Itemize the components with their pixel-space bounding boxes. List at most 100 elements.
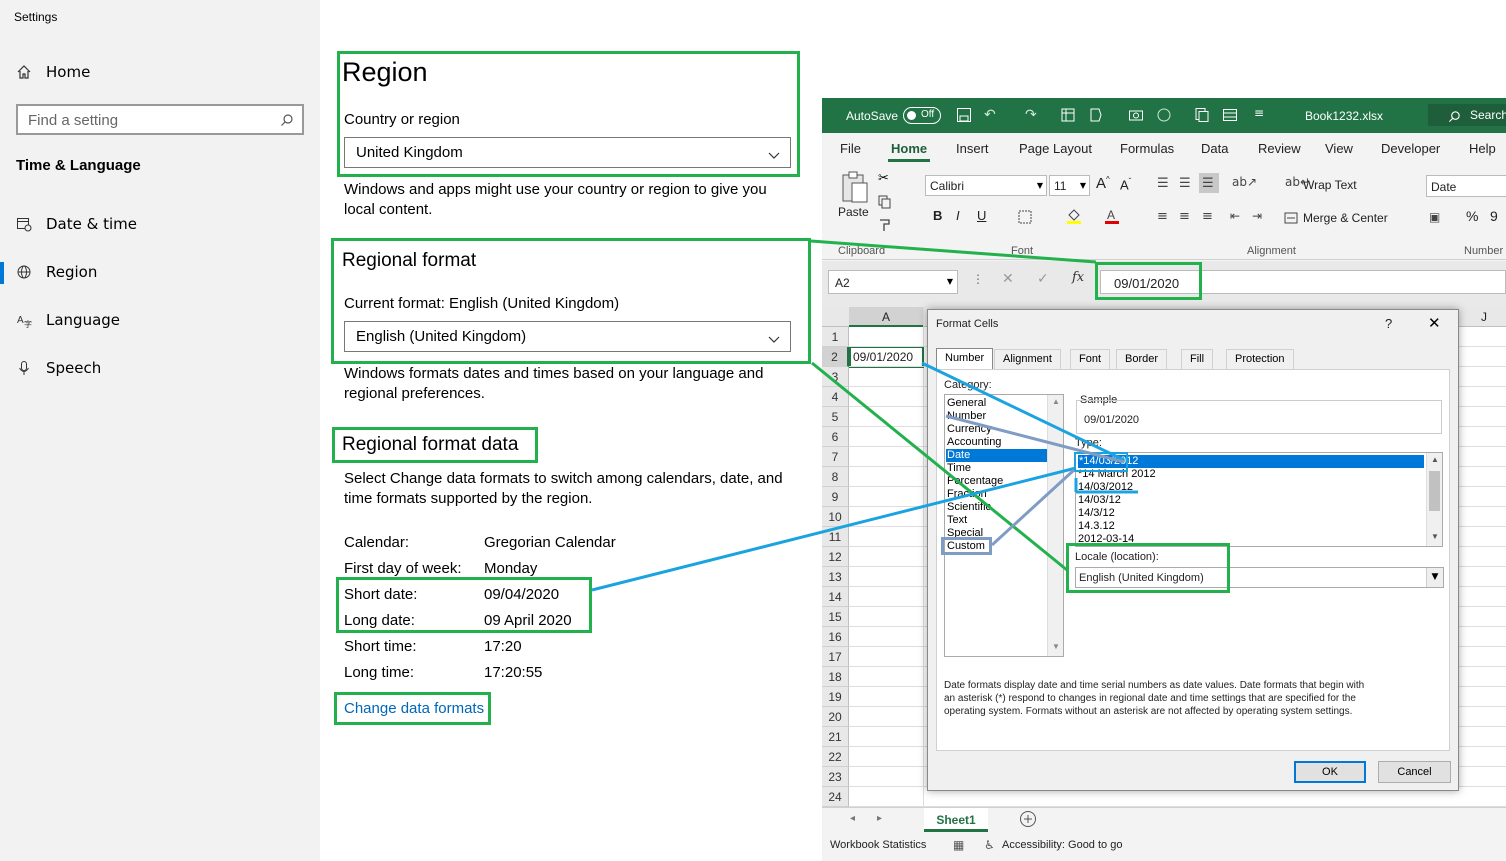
scroll-down-icon[interactable]: ▼: [1431, 532, 1439, 541]
category-list[interactable]: General Number Currency Accounting Date …: [944, 394, 1064, 657]
nav-region[interactable]: Region: [16, 257, 97, 287]
tab-insert[interactable]: Insert: [956, 141, 989, 156]
percent-icon[interactable]: %: [1466, 208, 1478, 224]
ok-button[interactable]: OK: [1294, 761, 1366, 783]
row-header[interactable]: 3: [822, 367, 849, 387]
row-header[interactable]: 4: [822, 387, 849, 407]
row-header[interactable]: 5: [822, 407, 849, 427]
tab-border[interactable]: Border: [1116, 349, 1168, 369]
undo-icon[interactable]: ↶: [984, 107, 996, 123]
scroll-up-icon[interactable]: ▲: [1052, 397, 1060, 406]
paste-label[interactable]: Paste: [838, 205, 869, 219]
tab-data[interactable]: Data: [1201, 141, 1228, 156]
scroll-thumb[interactable]: [1429, 471, 1440, 511]
row-header[interactable]: 6: [822, 427, 849, 447]
type-item[interactable]: 14/03/2012: [1078, 481, 1133, 494]
column-j-header[interactable]: J: [1462, 307, 1506, 327]
name-box[interactable]: A2 ▼: [828, 270, 958, 294]
merge-center-icon[interactable]: [1284, 210, 1298, 229]
function-icon[interactable]: fx: [1072, 270, 1084, 285]
type-item[interactable]: 14.3.12: [1078, 520, 1115, 533]
type-item[interactable]: 14/03/12: [1078, 494, 1121, 507]
paste-icon[interactable]: [840, 171, 870, 209]
underline-icon[interactable]: U: [977, 208, 986, 223]
circle-icon[interactable]: [1156, 107, 1172, 127]
row-header[interactable]: 22: [822, 747, 849, 767]
table-icon[interactable]: [1222, 107, 1238, 127]
category-general[interactable]: General: [947, 397, 986, 410]
cancel-icon[interactable]: ✕: [1002, 271, 1014, 287]
tab-view[interactable]: View: [1325, 141, 1353, 156]
decrease-font-icon[interactable]: Aˇ: [1120, 177, 1131, 192]
category-accounting[interactable]: Accounting: [947, 436, 1001, 449]
format-painter-icon[interactable]: [878, 217, 892, 236]
row-header[interactable]: 2: [822, 347, 849, 367]
scroll-down-icon[interactable]: ▼: [1052, 642, 1060, 651]
row-header[interactable]: 10: [822, 507, 849, 527]
copy-small-icon[interactable]: [878, 194, 892, 213]
scroll-left-icon[interactable]: ◂: [850, 813, 855, 824]
copy-icon[interactable]: [1194, 107, 1210, 127]
row-header[interactable]: 14: [822, 587, 849, 607]
fill-color-icon[interactable]: [1066, 207, 1082, 229]
type-item-selected[interactable]: *14/03/2012: [1078, 455, 1424, 468]
category-time[interactable]: Time: [947, 462, 971, 475]
macro-icon[interactable]: ▦: [953, 838, 964, 852]
help-button[interactable]: ?: [1385, 316, 1392, 331]
search-box[interactable]: Search: [1428, 104, 1506, 126]
orientation-icon[interactable]: ab↗: [1232, 175, 1257, 189]
category-number[interactable]: Number: [947, 410, 986, 423]
category-currency[interactable]: Currency: [947, 423, 992, 436]
scroll-up-icon[interactable]: ▲: [1431, 455, 1439, 464]
nav-home[interactable]: Home: [16, 57, 90, 87]
align-left-icon[interactable]: ≡: [1157, 209, 1168, 224]
customize-toolbar-icon[interactable]: ≡: [1254, 106, 1264, 120]
tab-file[interactable]: File: [840, 141, 861, 156]
font-name-box[interactable]: Calibri ▼: [925, 175, 1047, 196]
tab-protection[interactable]: Protection: [1226, 349, 1294, 369]
decrease-indent-icon[interactable]: ⇤: [1230, 209, 1240, 223]
save-icon[interactable]: [956, 107, 972, 127]
type-list[interactable]: *14/03/2012 *14 March 2012 14/03/2012 14…: [1075, 452, 1443, 547]
row-header[interactable]: 24: [822, 787, 849, 807]
camera-icon[interactable]: [1128, 107, 1144, 127]
category-date[interactable]: Date: [946, 449, 1048, 462]
row-header[interactable]: 18: [822, 667, 849, 687]
category-text[interactable]: Text: [947, 514, 967, 527]
tab-home[interactable]: Home: [891, 141, 927, 156]
wrap-text-label[interactable]: Wrap Text: [1303, 178, 1357, 192]
nav-language[interactable]: A字 Language: [16, 305, 120, 335]
align-right-icon[interactable]: ≡: [1202, 209, 1213, 224]
tab-page-layout[interactable]: Page Layout: [1019, 141, 1092, 156]
category-fraction[interactable]: Fraction: [947, 488, 987, 501]
close-icon[interactable]: ✕: [1428, 314, 1441, 332]
row-header[interactable]: 9: [822, 487, 849, 507]
search-input[interactable]: Find a setting: [16, 104, 304, 135]
tab-font[interactable]: Font: [1070, 349, 1111, 369]
row-header[interactable]: 16: [822, 627, 849, 647]
increase-indent-icon[interactable]: ⇥: [1252, 209, 1262, 223]
tab-developer[interactable]: Developer: [1381, 141, 1440, 156]
tab-alignment[interactable]: Alignment: [994, 349, 1061, 369]
align-center-icon[interactable]: ≡: [1179, 209, 1190, 224]
font-color-icon[interactable]: A: [1104, 207, 1120, 229]
row-header[interactable]: 15: [822, 607, 849, 627]
nav-speech[interactable]: Speech: [16, 353, 101, 383]
borders-icon[interactable]: [1018, 209, 1032, 228]
type-scrollbar[interactable]: ▲ ▼: [1426, 453, 1442, 546]
sheet-tab-sheet1[interactable]: Sheet1: [924, 808, 988, 832]
increase-font-icon[interactable]: A^: [1096, 175, 1110, 192]
row-header[interactable]: 17: [822, 647, 849, 667]
row-header[interactable]: 20: [822, 707, 849, 727]
number-format-box[interactable]: Date: [1426, 175, 1506, 197]
bold-icon[interactable]: B: [933, 208, 942, 223]
tab-help[interactable]: Help: [1469, 141, 1496, 156]
align-bottom-button[interactable]: ☰: [1199, 173, 1219, 193]
tab-review[interactable]: Review: [1258, 141, 1301, 156]
enter-icon[interactable]: ✓: [1037, 271, 1049, 287]
cancel-button[interactable]: Cancel: [1378, 761, 1451, 783]
workbook-statistics[interactable]: Workbook Statistics: [830, 839, 926, 851]
row-header[interactable]: 23: [822, 767, 849, 787]
autosave-toggle[interactable]: Off: [903, 107, 941, 124]
quick-access-icon[interactable]: [1060, 107, 1076, 127]
